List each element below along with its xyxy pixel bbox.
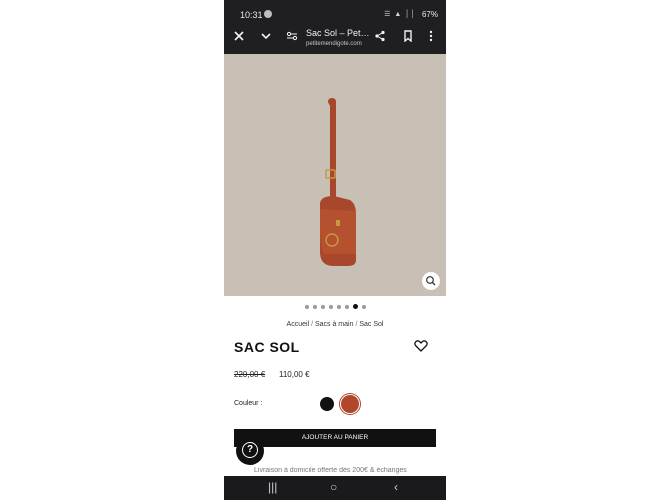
color-swatch-brown-selected[interactable] <box>341 395 359 413</box>
bag-illustration <box>320 98 356 266</box>
carousel-dot[interactable] <box>320 304 325 309</box>
back-button[interactable]: ‹ <box>394 480 398 494</box>
color-label: Couleur : <box>234 400 263 407</box>
breadcrumb-home[interactable]: Accueil <box>287 321 310 328</box>
breadcrumb-category[interactable]: Sacs à main <box>315 321 354 328</box>
more-vert-icon[interactable] <box>428 30 434 45</box>
help-circle-icon <box>264 10 272 18</box>
browser-toolbar: Sac Sol – Petite Mendigote petitemendigo… <box>224 22 446 54</box>
home-button[interactable]: ○ <box>330 480 337 494</box>
recent-apps-button[interactable]: ||| <box>268 480 277 494</box>
help-circle-icon: ? <box>242 442 258 458</box>
carousel-dot[interactable] <box>336 304 341 309</box>
promo-text: Livraison à domicile offerte dès 200€ & … <box>254 467 407 474</box>
close-icon[interactable] <box>233 30 245 45</box>
carousel-dot[interactable] <box>361 304 366 309</box>
chevron-down-icon[interactable] <box>260 30 272 45</box>
carousel-dots <box>224 304 446 309</box>
page-url[interactable]: petitemendigote.com <box>306 41 362 47</box>
signal-icons: ☰ ▲ ││ <box>384 11 416 18</box>
heart-icon[interactable] <box>414 339 428 358</box>
breadcrumb: Accueil / Sacs à main / Sac Sol <box>286 321 384 328</box>
page-title[interactable]: Sac Sol – Petite Mendigote <box>306 28 370 38</box>
status-bar: 10:31 ☰ ▲ ││ 67% <box>224 0 446 22</box>
tune-icon[interactable] <box>286 30 298 45</box>
carousel-dot[interactable] <box>328 304 333 309</box>
zoom-icon <box>426 276 436 286</box>
system-nav-bar: ||| ○ ‹ <box>224 476 446 500</box>
share-icon[interactable] <box>374 30 386 45</box>
carousel-dot[interactable] <box>344 304 349 309</box>
carousel-dot[interactable] <box>312 304 317 309</box>
carousel-dot-active[interactable] <box>352 304 358 309</box>
breadcrumb-current: Sac Sol <box>359 321 384 328</box>
help-button[interactable]: ? <box>236 437 264 465</box>
bookmark-icon[interactable] <box>402 30 414 45</box>
carousel-dot[interactable] <box>304 304 309 309</box>
status-time: 10:31 <box>240 10 263 20</box>
original-price: 220,00 € <box>234 370 266 379</box>
sale-price: 110,00 € <box>279 370 310 379</box>
product-title: SAC SOL <box>234 339 300 355</box>
phone-screen: 10:31 ☰ ▲ ││ 67% Sac Sol – Petite Mendig… <box>224 0 446 500</box>
color-swatch-black[interactable] <box>320 397 334 411</box>
product-image[interactable] <box>224 54 446 296</box>
battery-level: 67% <box>421 10 438 19</box>
zoom-button[interactable] <box>422 272 440 290</box>
add-to-cart-button[interactable]: AJOUTER AU PANIER <box>234 429 436 447</box>
